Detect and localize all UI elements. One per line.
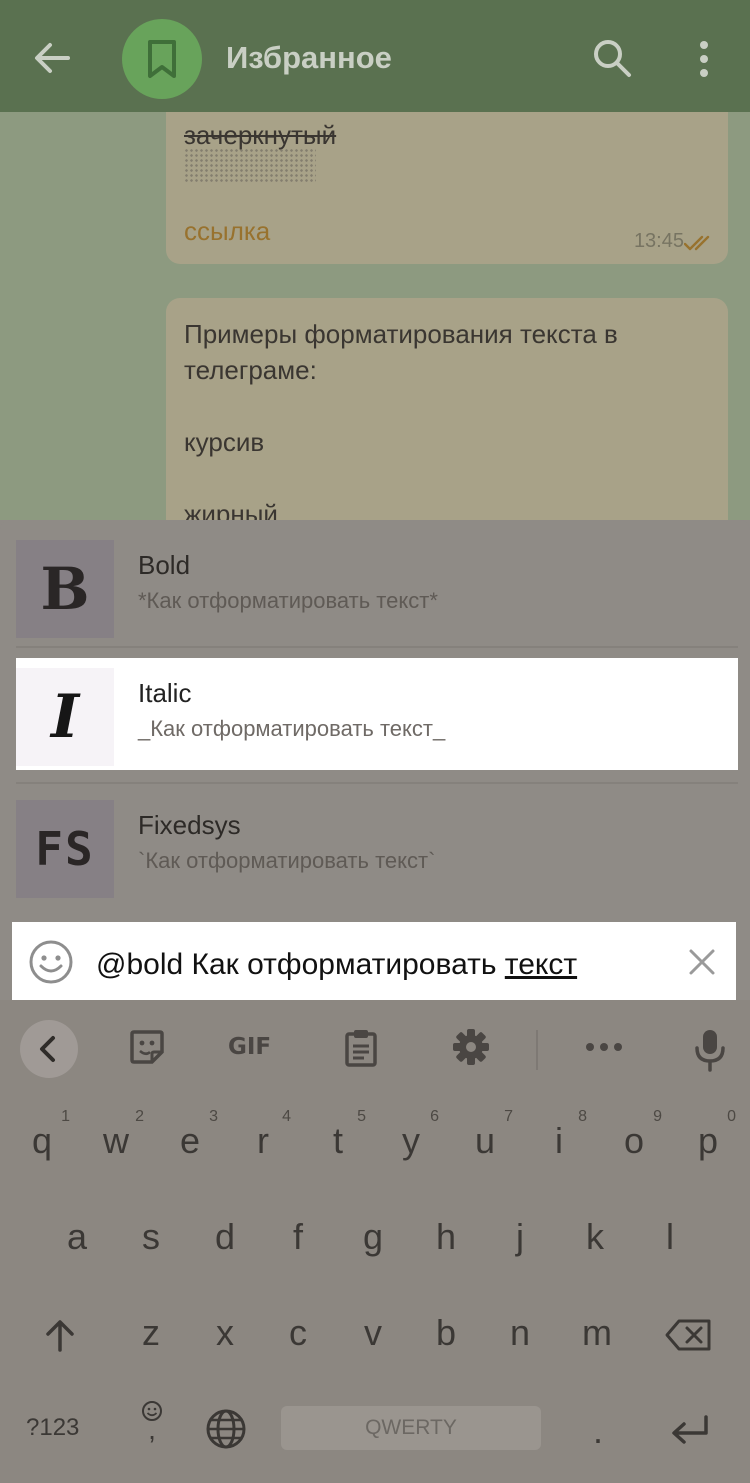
language-key[interactable] (196, 1408, 256, 1459)
key-v[interactable]: v (343, 1312, 403, 1354)
sticker-icon (130, 1030, 164, 1064)
close-icon (689, 949, 715, 975)
globe-icon (206, 1409, 246, 1449)
monospace-icon: FS (16, 800, 114, 898)
result-subtitle: _Как отформатировать текст_ (138, 716, 446, 741)
key-p[interactable]: p0 (678, 1108, 738, 1162)
message-input-bar: @bold Как отформатировать текст (12, 922, 736, 1000)
clipboard-icon (345, 1030, 377, 1067)
chevron-left-icon (40, 1036, 55, 1062)
back-button[interactable] (30, 36, 74, 80)
clear-button[interactable] (688, 948, 716, 981)
key-f[interactable]: f (268, 1216, 328, 1258)
spoiler-text[interactable] (184, 148, 316, 184)
key-m[interactable]: m (567, 1312, 627, 1354)
key-l[interactable]: l (640, 1216, 700, 1258)
saved-messages-avatar[interactable] (122, 19, 202, 99)
voice-input-button[interactable] (694, 1028, 726, 1077)
inline-result-fixedsys[interactable]: FS Fixedsys `Как отформатировать текст` (16, 790, 738, 902)
key-j[interactable]: j (490, 1216, 550, 1258)
result-title: Italic (138, 678, 192, 708)
message-input[interactable]: @bold Как отформатировать текст (96, 948, 577, 982)
enter-key[interactable] (662, 1412, 718, 1454)
shift-arrow-icon (46, 1320, 74, 1352)
search-button[interactable] (592, 38, 632, 83)
inline-result-bold[interactable]: B Bold *Как отформатировать текст* (16, 530, 738, 642)
key-i[interactable]: i8 (529, 1108, 589, 1162)
enter-icon (672, 1415, 708, 1444)
inline-bot-results: B Bold *Как отформатировать текст* I Ita… (0, 520, 750, 920)
divider (16, 646, 738, 648)
settings-button[interactable] (452, 1028, 490, 1071)
chat-title[interactable]: Избранное (226, 40, 392, 76)
gear-icon (453, 1029, 489, 1065)
gif-button[interactable]: GIF (228, 1034, 271, 1060)
key-s[interactable]: s (121, 1216, 181, 1258)
more-options-button[interactable] (584, 1040, 624, 1058)
chat-header: Избранное (0, 0, 750, 112)
result-title: Bold (138, 550, 191, 580)
key-u[interactable]: u7 (455, 1108, 515, 1162)
key-g[interactable]: g (343, 1216, 403, 1258)
message-list[interactable]: зачеркнутый ссылка 13:45 Примеры формати… (0, 112, 750, 520)
emoji-comma-key[interactable]: , (122, 1400, 182, 1444)
bookmark-icon (148, 40, 176, 78)
bold-icon: B (16, 540, 114, 638)
result-subtitle: *Как отформатировать текст* (138, 588, 438, 613)
result-subtitle: `Как отформатировать текст` (138, 848, 436, 873)
backspace-icon (665, 1319, 711, 1351)
key-n[interactable]: n (490, 1312, 550, 1354)
microphone-icon (695, 1030, 725, 1072)
period-key[interactable]: . (568, 1410, 628, 1452)
more-menu-button[interactable] (690, 40, 718, 83)
collapse-toolbar-button[interactable] (20, 1020, 78, 1078)
smiley-icon (29, 940, 73, 984)
italic-icon: I (16, 668, 114, 766)
space-bar[interactable]: QWERTY (281, 1406, 541, 1450)
search-icon (594, 40, 631, 77)
key-w[interactable]: w2 (86, 1108, 146, 1162)
key-t[interactable]: t5 (308, 1108, 368, 1162)
shift-key[interactable] (30, 1318, 90, 1361)
inline-result-italic[interactable]: I Italic _Как отформатировать текст_ (16, 658, 738, 770)
arrow-left-icon (35, 43, 70, 73)
key-y[interactable]: y6 (381, 1108, 441, 1162)
sticker-button[interactable] (128, 1028, 166, 1071)
more-horizontal-icon (586, 1043, 622, 1051)
double-check-icon (684, 235, 710, 251)
soft-keyboard: GIF q 1 w 2 e 3 r 4 t 5 y 6 u 7 i 8 o 9 … (0, 1000, 750, 1483)
message-time: 13:45 (633, 230, 684, 252)
message-bubble[interactable]: зачеркнутый ссылка 13:45 (166, 112, 728, 264)
toolbar-separator (536, 1030, 538, 1070)
message-text: Примеры форматирования текста в телеграм… (184, 319, 618, 520)
key-r[interactable]: r4 (233, 1108, 293, 1162)
message-link[interactable]: ссылка (184, 216, 270, 247)
key-d[interactable]: d (195, 1216, 255, 1258)
key-e[interactable]: e3 (160, 1108, 220, 1162)
symbols-key[interactable]: ?123 (26, 1414, 79, 1442)
key-c[interactable]: c (268, 1312, 328, 1354)
backspace-key[interactable] (664, 1318, 714, 1361)
key-z[interactable]: z (121, 1312, 181, 1354)
key-h[interactable]: h (416, 1216, 476, 1258)
key-k[interactable]: k (565, 1216, 625, 1258)
message-bubble[interactable]: Примеры форматирования текста в телеграм… (166, 298, 728, 520)
result-title: Fixedsys (138, 810, 241, 840)
divider (16, 782, 738, 784)
more-vertical-icon (700, 41, 708, 77)
key-o[interactable]: o9 (604, 1108, 664, 1162)
key-a[interactable]: a (47, 1216, 107, 1258)
emoji-button[interactable] (28, 939, 74, 990)
key-x[interactable]: x (195, 1312, 255, 1354)
key-b[interactable]: b (416, 1312, 476, 1354)
clipboard-button[interactable] (344, 1028, 378, 1073)
key-q[interactable]: q1 (12, 1108, 72, 1162)
strikethrough-text: зачеркнутый (184, 120, 337, 150)
